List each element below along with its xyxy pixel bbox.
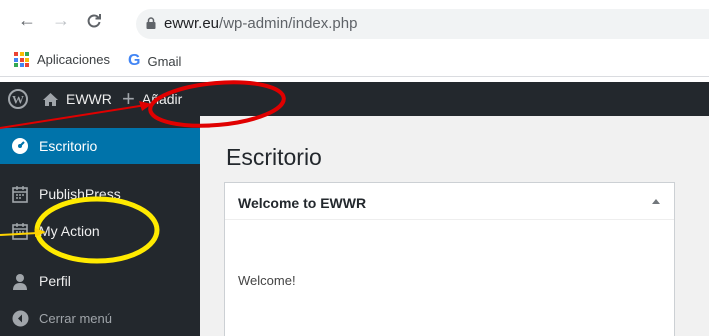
bookmark-apps[interactable]: Aplicaciones (14, 52, 110, 67)
forward-arrow-icon[interactable]: → (52, 10, 70, 31)
bookmark-apps-label: Aplicaciones (37, 52, 110, 67)
calendar-icon (10, 184, 30, 204)
sidebar-item-label: Escritorio (39, 138, 98, 154)
url-host: ewwr.eu (164, 15, 220, 32)
bookmarks-bar: Aplicaciones G Gmail (0, 44, 709, 77)
browser-toolbar: ← → ewwr.eu/wp-admin/index.php (0, 0, 709, 44)
sidebar-item-label: Cerrar menú (39, 310, 112, 326)
address-bar[interactable]: ewwr.eu/wp-admin/index.php (136, 9, 709, 39)
user-icon (10, 271, 30, 291)
main-content: Escritorio Welcome to EWWR Welcome! (200, 116, 709, 336)
admin-sidebar: Escritorio PublishPress My Action Perfil… (0, 116, 200, 336)
collapse-icon (10, 308, 30, 328)
sidebar-item-label: PublishPress (39, 186, 121, 202)
wordpress-logo-icon[interactable]: W (8, 82, 28, 116)
bookmark-gmail-label: Gmail (147, 53, 182, 69)
new-content-link[interactable]: + Añadir (122, 82, 182, 116)
sidebar-item-label: My Action (39, 223, 100, 239)
sidebar-item-my-action[interactable]: My Action (0, 213, 200, 249)
url-text: ewwr.eu/wp-admin/index.php (164, 15, 357, 32)
back-arrow-icon[interactable]: ← (18, 10, 36, 31)
wp-admin-bar: W EWWR + Añadir (0, 82, 709, 116)
plus-icon: + (122, 86, 135, 111)
widget-title: Welcome to EWWR (238, 195, 367, 211)
collapse-menu-button[interactable]: Cerrar menú (0, 300, 200, 336)
new-content-label: Añadir (141, 91, 183, 107)
url-path: /wp-admin/index.php (219, 15, 358, 32)
svg-text:W: W (12, 93, 24, 107)
reload-icon[interactable] (86, 10, 102, 34)
page-title: Escritorio (226, 144, 322, 170)
lock-icon (146, 17, 156, 29)
sidebar-item-label: Perfil (39, 273, 71, 289)
sidebar-item-publishpress[interactable]: PublishPress (0, 176, 200, 212)
calendar-icon (10, 221, 30, 241)
welcome-widget: Welcome to EWWR Welcome! (224, 182, 675, 336)
collapse-toggle-icon[interactable] (652, 199, 660, 204)
dashboard-icon (10, 136, 30, 156)
site-name-label: EWWR (66, 91, 112, 107)
sidebar-item-perfil[interactable]: Perfil (0, 263, 200, 299)
apps-grid-icon (14, 52, 29, 67)
widget-header[interactable]: Welcome to EWWR (225, 183, 674, 220)
browser-window: ← → ewwr.eu/wp-admin/index.php Aplicacio… (0, 0, 709, 336)
sidebar-item-escritorio[interactable]: Escritorio (0, 128, 200, 164)
home-icon (43, 92, 58, 106)
widget-body-text: Welcome! (238, 273, 296, 288)
bookmark-gmail[interactable]: G Gmail (128, 52, 181, 70)
google-icon: G (128, 52, 141, 69)
site-name-link[interactable]: EWWR (42, 82, 112, 116)
